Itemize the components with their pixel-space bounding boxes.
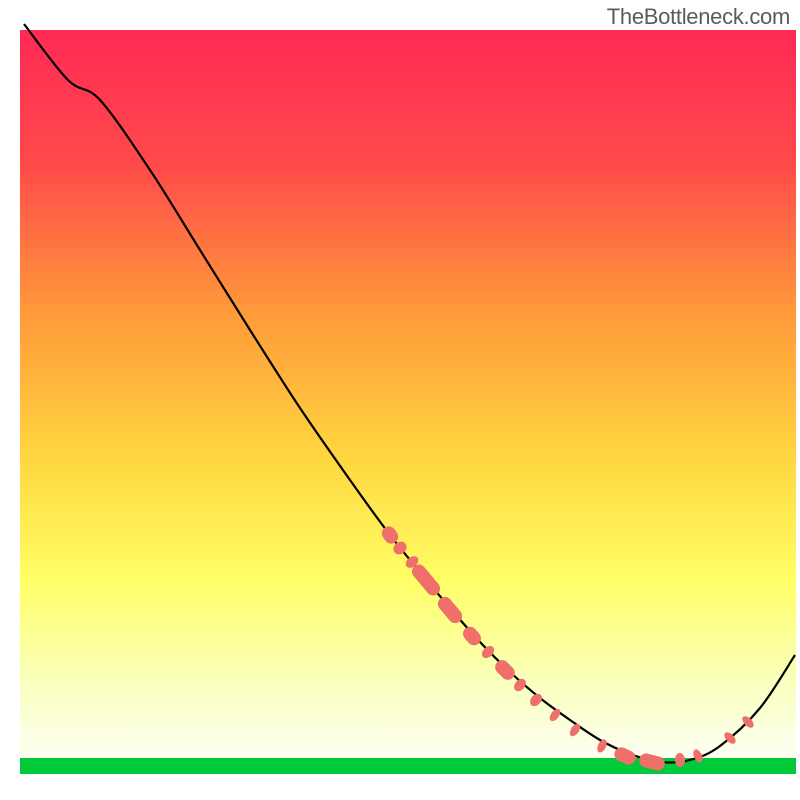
chart-svg	[0, 0, 800, 800]
gradient-background	[20, 30, 796, 775]
attribution-label: TheBottleneck.com	[607, 4, 790, 30]
white-bottom-strip	[20, 774, 796, 778]
chart-container: TheBottleneck.com	[0, 0, 800, 800]
